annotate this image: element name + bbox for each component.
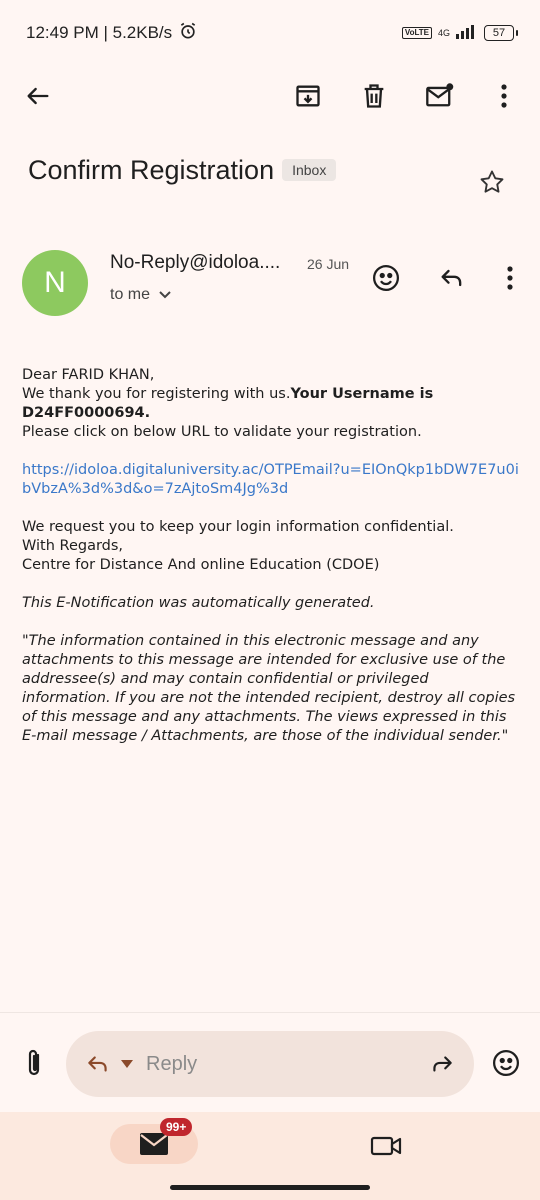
email-subject: Confirm Registration bbox=[28, 154, 275, 185]
username-label: Your Username is bbox=[290, 386, 434, 402]
validation-link[interactable]: https://idoloa.digitaluniversity.ac/OTPE… bbox=[22, 462, 519, 497]
mail-icon bbox=[140, 1133, 168, 1155]
email-date: 26 Jun bbox=[307, 256, 350, 272]
reply-icon bbox=[441, 269, 462, 287]
reply-compose-box[interactable]: Reply bbox=[66, 1031, 474, 1097]
video-camera-icon bbox=[370, 1136, 402, 1156]
mail-unread-icon bbox=[426, 83, 454, 107]
network-type: 4G bbox=[437, 28, 450, 38]
notification-text: This E-Notification was automatically ge… bbox=[22, 595, 375, 611]
inbox-label[interactable]: Inbox bbox=[282, 159, 337, 181]
recipient-label: to me bbox=[110, 286, 151, 303]
attach-button[interactable] bbox=[14, 1043, 54, 1083]
reply-bar: Reply bbox=[0, 1012, 540, 1112]
subject-row: Confirm Registration Inbox bbox=[28, 150, 520, 193]
signal-icon bbox=[456, 23, 478, 44]
archive-icon bbox=[296, 85, 320, 107]
bottom-navigation: 99+ bbox=[0, 1112, 540, 1200]
trash-icon bbox=[364, 84, 384, 108]
instruction-text: Please click on below URL to validate yo… bbox=[22, 424, 422, 440]
more-vertical-icon bbox=[501, 84, 507, 108]
greeting-text: Dear FARID KHAN, bbox=[22, 367, 155, 383]
mark-unread-button[interactable] bbox=[420, 76, 460, 116]
more-vertical-icon bbox=[507, 266, 513, 290]
organization-text: Centre for Distance And online Education… bbox=[22, 557, 380, 573]
star-icon bbox=[480, 170, 504, 193]
sender-name[interactable]: No-Reply@idoloa.... bbox=[110, 252, 280, 274]
unread-count-badge: 99+ bbox=[160, 1118, 193, 1136]
thanks-paragraph: We thank you for registering with us.You… bbox=[22, 385, 520, 423]
alarm-icon bbox=[178, 21, 198, 46]
status-time-speed: 12:49 PM | 5.2KB/s bbox=[26, 23, 173, 42]
home-indicator[interactable] bbox=[170, 1185, 370, 1190]
email-toolbar bbox=[0, 70, 540, 120]
thanks-text: We thank you for registering with us. bbox=[22, 386, 291, 402]
mail-tab[interactable]: 99+ bbox=[110, 1118, 198, 1164]
meet-tab[interactable] bbox=[364, 1126, 408, 1166]
request-text: We request you to keep your login inform… bbox=[22, 519, 454, 535]
email-body: Dear FARID KHAN, We thank you for regist… bbox=[22, 366, 520, 746]
add-reaction-button[interactable] bbox=[366, 258, 406, 298]
sender-row: N No-Reply@idoloa.... 26 Jun to me bbox=[22, 248, 530, 318]
caret-down-icon bbox=[121, 1060, 133, 1068]
battery-indicator: 57 bbox=[484, 25, 518, 41]
emoji-icon bbox=[493, 1050, 519, 1076]
reply-type-dropdown[interactable] bbox=[120, 1059, 134, 1069]
paperclip-icon bbox=[28, 1049, 40, 1076]
reply-button[interactable] bbox=[432, 258, 472, 298]
message-more-button[interactable] bbox=[490, 258, 530, 298]
reply-placeholder: Reply bbox=[146, 1052, 198, 1075]
delete-button[interactable] bbox=[354, 76, 394, 116]
star-button[interactable] bbox=[472, 162, 512, 202]
avatar[interactable]: N bbox=[22, 250, 88, 316]
regards-text: With Regards, bbox=[22, 538, 124, 554]
status-bar: 12:49 PM | 5.2KB/s VoLTE 4G 57 bbox=[0, 0, 540, 66]
forward-button[interactable] bbox=[428, 1051, 456, 1077]
forward-icon bbox=[433, 1056, 452, 1072]
disclaimer-text: "The information contained in this elect… bbox=[22, 633, 516, 744]
archive-button[interactable] bbox=[288, 76, 328, 116]
arrow-left-icon bbox=[27, 87, 49, 105]
back-button[interactable] bbox=[18, 76, 58, 116]
username-value: D24FF0000694. bbox=[22, 405, 151, 421]
volte-indicator: VoLTE bbox=[401, 27, 432, 39]
more-options-button[interactable] bbox=[484, 76, 524, 116]
reply-icon bbox=[88, 1056, 107, 1072]
reply-emoji-button[interactable] bbox=[486, 1043, 526, 1083]
emoji-icon bbox=[373, 265, 399, 291]
chevron-down-icon bbox=[159, 291, 171, 299]
recipient-details-toggle[interactable]: to me bbox=[110, 286, 172, 304]
